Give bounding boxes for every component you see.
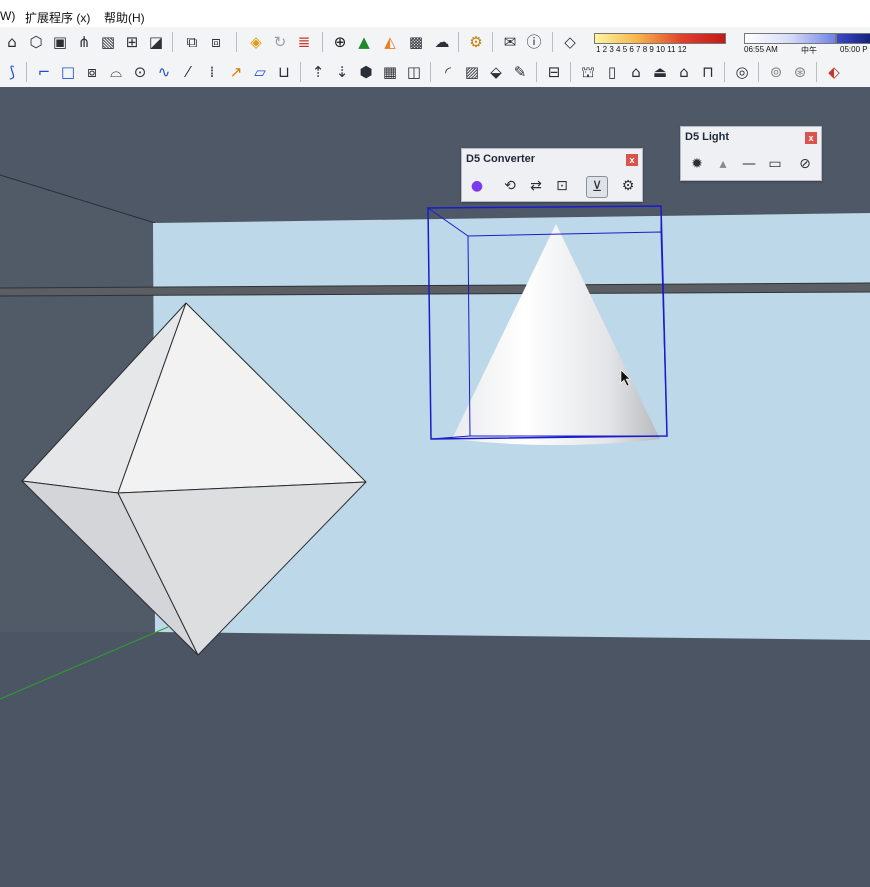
export-icon[interactable]: ≣ xyxy=(294,32,314,52)
square-grid-icon[interactable]: ▨ xyxy=(462,62,482,82)
scene-canvas[interactable] xyxy=(0,87,870,887)
camera-icon[interactable]: ⊡ xyxy=(552,176,572,196)
house-3d-icon[interactable]: ⛫ xyxy=(578,62,598,82)
toolbar-separator xyxy=(322,32,323,52)
grid-icon[interactable]: ▦ xyxy=(380,62,400,82)
curve-icon[interactable]: ⊙ xyxy=(130,62,150,82)
line-icon[interactable]: ⌐ xyxy=(34,62,54,82)
d5-converter-panel[interactable]: D5 Converter x ● ⟲ ⇄ ⊡ ⊻ ⚙ xyxy=(461,148,643,202)
model-viewport[interactable] xyxy=(0,87,870,887)
push-icon[interactable]: ⧇ xyxy=(82,62,102,82)
d5-light-title: D5 Light xyxy=(685,131,729,143)
menu-help[interactable]: 帮助(H) xyxy=(104,9,145,26)
rectangle-icon[interactable]: □ xyxy=(58,62,78,82)
home-icon[interactable]: ⌂ xyxy=(626,62,646,82)
roof-icon[interactable]: ⌂ xyxy=(2,32,22,52)
render-icon[interactable]: ◈ xyxy=(246,32,266,52)
arc-icon[interactable]: ◜ xyxy=(438,62,458,82)
frame-icon[interactable]: ⊞ xyxy=(122,32,142,52)
toolbar-separator xyxy=(552,32,553,52)
layout-icon[interactable]: ⧉ xyxy=(182,32,202,52)
toolbar-row-2: ⟆ ⌐ □ ⧇ ⌓ ⊙ ∿ ⁄ ⁞ ↗ ▱ ⊔ ⇡ ⇣ ⬢ ▦ ◫ ◜ ▨ ⬙ … xyxy=(0,57,870,88)
basket-icon[interactable]: ⊔ xyxy=(274,62,294,82)
month-ticks: 1 2 3 4 5 6 7 8 9 10 11 12 xyxy=(596,45,687,54)
toolbar-separator xyxy=(724,62,725,82)
sphere-icon[interactable]: ◎ xyxy=(732,62,752,82)
toolbar-separator xyxy=(300,62,301,82)
shadow-time-slider-2[interactable] xyxy=(836,33,870,44)
toolbar-separator xyxy=(172,32,173,52)
hatch-icon[interactable]: ▧ xyxy=(98,32,118,52)
refresh-icon[interactable]: ↻ xyxy=(270,32,290,52)
texture-icon[interactable]: ▩ xyxy=(406,32,426,52)
magnify-icon[interactable]: ⊛ xyxy=(790,62,810,82)
toolbar-separator xyxy=(570,62,571,82)
toolbar-separator xyxy=(536,62,537,82)
plants-icon[interactable]: ⋔ xyxy=(74,32,94,52)
eraser-icon[interactable]: ◇ xyxy=(560,32,580,52)
area-light-icon[interactable]: ▭ xyxy=(765,154,785,174)
toolbar-separator xyxy=(816,62,817,82)
box-icon[interactable]: ▣ xyxy=(50,32,70,52)
time-start-label: 06:55 AM xyxy=(744,45,778,54)
freehand-icon[interactable]: ⁄ xyxy=(178,62,198,82)
d5-logo-icon[interactable]: ● xyxy=(467,176,487,196)
toolbar-separator xyxy=(236,32,237,52)
toolbar-separator xyxy=(458,32,459,52)
time-end-label: 05:00 P xyxy=(840,45,868,54)
group-icon[interactable]: ⧈ xyxy=(206,32,226,52)
tag-icon[interactable]: ⬖ xyxy=(824,62,844,82)
sandbox-icon[interactable]: ⟆ xyxy=(2,62,22,82)
menu-bar: W) 扩展程序 (x) 帮助(H) xyxy=(0,0,870,27)
arrow-icon[interactable]: ↗ xyxy=(226,62,246,82)
menu-extensions[interactable]: 扩展程序 (x) xyxy=(25,9,90,26)
edit-frame-icon[interactable]: ◪ xyxy=(146,32,166,52)
d5-light-panel[interactable]: D5 Light x ✹ ▴ — ▭ ⊘ xyxy=(680,126,822,181)
gears-icon[interactable]: ⚙ xyxy=(466,32,486,52)
time-noon-label: 中午 xyxy=(801,46,817,55)
cube-icon[interactable]: ⬡ xyxy=(26,32,46,52)
toolbar-separator xyxy=(492,32,493,52)
d5-converter-close-button[interactable]: x xyxy=(626,154,638,166)
shadow-month-slider[interactable] xyxy=(594,33,726,44)
shed-icon[interactable]: ⏏ xyxy=(650,62,670,82)
wave-icon[interactable]: ∿ xyxy=(154,62,174,82)
mail-icon[interactable]: ✉ xyxy=(500,32,520,52)
terrain-icon[interactable]: ◭ xyxy=(380,32,400,52)
dome-icon[interactable]: ⌓ xyxy=(106,62,126,82)
toolbar-separator xyxy=(758,62,759,82)
add-circle-icon[interactable]: ⊕ xyxy=(330,32,350,52)
toolbar-row-1: ⌂ ⬡ ▣ ⋔ ▧ ⊞ ◪ ⧉ ⧈ ◈ ↻ ≣ ⊕ ▲ ◭ ▩ ☁ ⚙ ✉ ⓘ … xyxy=(0,27,870,58)
scatter-icon[interactable]: ⁞ xyxy=(202,62,222,82)
point-light-icon[interactable]: ✹ xyxy=(687,154,707,174)
menu-window[interactable]: W) xyxy=(0,9,15,23)
cube-solid-icon[interactable]: ⬢ xyxy=(356,62,376,82)
tree-icon[interactable]: ▲ xyxy=(354,32,374,52)
panel-icon[interactable]: ▱ xyxy=(250,62,270,82)
door-icon[interactable]: ▯ xyxy=(602,62,622,82)
info-icon[interactable]: ⓘ xyxy=(524,32,544,52)
hide-icon[interactable]: ⊘ xyxy=(795,154,815,174)
spot-light-icon[interactable]: ▴ xyxy=(713,154,733,174)
zoom-icon[interactable]: ⊚ xyxy=(766,62,786,82)
paint-icon[interactable]: ⬙ xyxy=(486,62,506,82)
garage-icon[interactable]: ⊓ xyxy=(698,62,718,82)
house-outline-icon[interactable]: ⌂ xyxy=(674,62,694,82)
move-down-icon[interactable]: ⇣ xyxy=(332,62,352,82)
d5-converter-title: D5 Converter xyxy=(466,153,536,165)
face-icon[interactable]: ◫ xyxy=(404,62,424,82)
shadow-time-slider[interactable] xyxy=(744,33,836,44)
convert-icon[interactable]: ⇄ xyxy=(526,176,546,196)
toolbar-separator xyxy=(430,62,431,82)
knife-icon[interactable]: ✎ xyxy=(510,62,530,82)
window-icon[interactable]: ⊟ xyxy=(544,62,564,82)
settings-icon[interactable]: ⚙ xyxy=(618,176,638,196)
cloud-upload-icon[interactable]: ☁ xyxy=(432,32,452,52)
d5-light-close-button[interactable]: x xyxy=(805,132,817,144)
sync-icon[interactable]: ⟲ xyxy=(500,176,520,196)
strip-light-icon[interactable]: — xyxy=(739,154,759,174)
move-up-icon[interactable]: ⇡ xyxy=(308,62,328,82)
filter-icon[interactable]: ⊻ xyxy=(586,176,608,198)
toolbar-separator xyxy=(26,62,27,82)
